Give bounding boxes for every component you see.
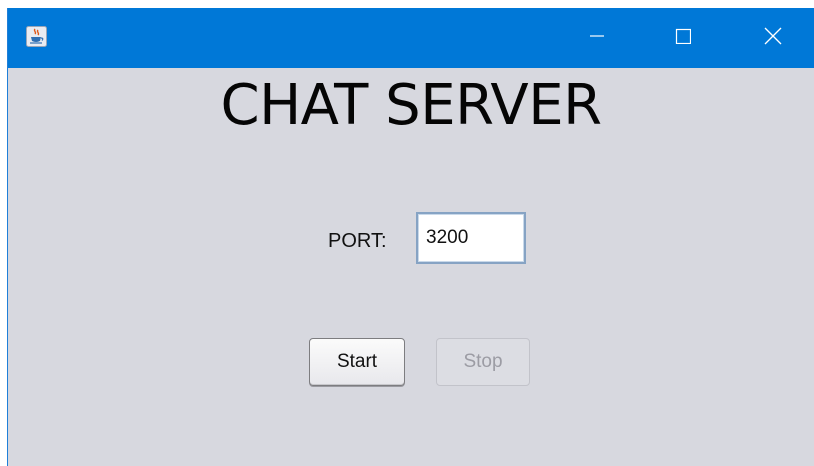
- stop-button[interactable]: Stop: [436, 338, 530, 386]
- minimize-button[interactable]: [568, 8, 626, 68]
- page-title: CHAT SERVER: [220, 73, 602, 138]
- minimize-icon: [589, 28, 605, 49]
- maximize-icon: [675, 28, 692, 49]
- close-button[interactable]: [744, 8, 802, 68]
- port-label: PORT:: [328, 230, 387, 252]
- java-app-icon[interactable]: [26, 26, 47, 47]
- maximize-button[interactable]: [654, 8, 712, 68]
- close-icon: [764, 27, 782, 50]
- server-window: CHAT SERVER PORT: Start Stop: [8, 8, 814, 466]
- start-button[interactable]: Start: [309, 338, 405, 386]
- port-input[interactable]: [416, 212, 526, 264]
- title-bar[interactable]: [8, 8, 814, 68]
